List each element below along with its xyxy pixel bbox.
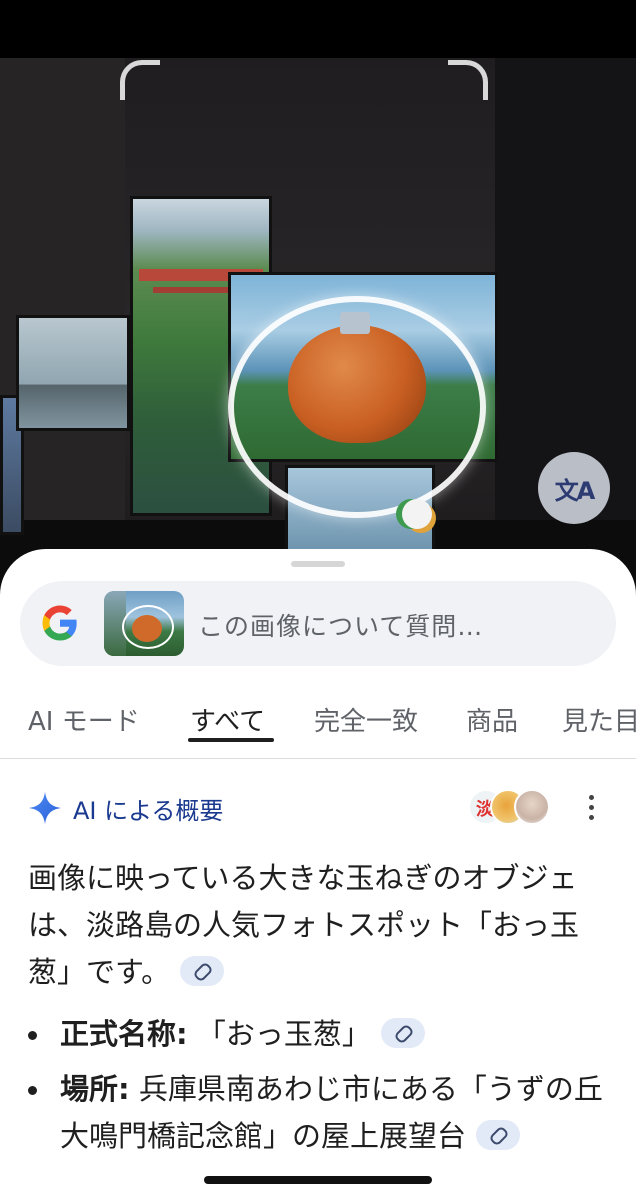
active-tab-indicator <box>188 738 274 742</box>
list-item: 正式名称: 「おっ玉葱」 <box>28 1011 614 1058</box>
ai-overview-title: AI による概要 <box>73 797 224 825</box>
circle-to-search-ring[interactable] <box>228 296 486 518</box>
source-avatars[interactable]: 淡 <box>468 789 552 827</box>
translate-button[interactable]: 文A <box>538 452 610 524</box>
link-icon[interactable] <box>180 956 225 986</box>
google-logo-icon <box>42 605 77 641</box>
status-bar <box>0 0 636 58</box>
translate-icon: 文A <box>554 476 596 505</box>
crop-corner-top-left[interactable] <box>120 60 160 100</box>
selection-handle[interactable] <box>402 499 432 529</box>
crop-corner-top-right[interactable] <box>448 60 488 100</box>
search-input[interactable]: この画像について質問… <box>198 607 483 643</box>
source-avatar-3[interactable] <box>514 789 550 825</box>
tab-visual-matches[interactable]: 見た目 <box>562 701 636 738</box>
summary-text: 画像に映っている大きな玉ねぎのオブジェは、淡路島の人気フォトスポット「おっ玉葱」… <box>28 861 580 989</box>
more-vert-icon[interactable] <box>584 793 598 823</box>
link-icon[interactable] <box>380 1018 425 1048</box>
bullet-text: 兵庫県南あわじ市にある「うずの丘 大鳴門橋記念館」の屋上展望台 <box>60 1072 603 1153</box>
photo-panel-seascape <box>16 315 130 431</box>
sheet-drag-handle[interactable] <box>291 561 345 567</box>
tab-exact-match[interactable]: 完全一致 <box>314 701 418 738</box>
results-tabs: AI モード すべて 完全一致 商品 見た目 <box>0 677 636 759</box>
thumbnail-ring <box>122 605 174 649</box>
bullet-label: 正式名称: <box>60 1017 188 1051</box>
home-indicator[interactable] <box>204 1176 432 1184</box>
ai-overview-bullets: 正式名称: 「おっ玉葱」 場所: 兵庫県南あわじ市にある「うずの丘 大鳴門橋記念… <box>28 1011 614 1168</box>
list-item: 場所: 兵庫県南あわじ市にある「うずの丘 大鳴門橋記念館」の屋上展望台 <box>28 1066 614 1160</box>
camera-viewport[interactable]: 文A <box>0 0 636 600</box>
link-icon[interactable] <box>476 1120 521 1150</box>
tab-ai-mode[interactable]: AI モード <box>28 701 140 738</box>
results-sheet: この画像について質問… AI モード すべて 完全一致 商品 見た目 AI によ… <box>0 549 636 1200</box>
ai-sparkle-icon <box>29 792 61 824</box>
selected-image-thumbnail[interactable] <box>104 591 184 656</box>
bullet-text: 「おっ玉葱」 <box>187 1017 371 1051</box>
tab-products[interactable]: 商品 <box>466 701 518 738</box>
search-bar[interactable]: この画像について質問… <box>20 581 616 666</box>
tab-all[interactable]: すべて <box>190 701 265 738</box>
ai-overview-header: AI による概要 淡 <box>28 789 618 829</box>
bullet-label: 場所: <box>60 1072 130 1106</box>
ai-overview-summary: 画像に映っている大きな玉ねぎのオブジェは、淡路島の人気フォトスポット「おっ玉葱」… <box>28 855 614 996</box>
